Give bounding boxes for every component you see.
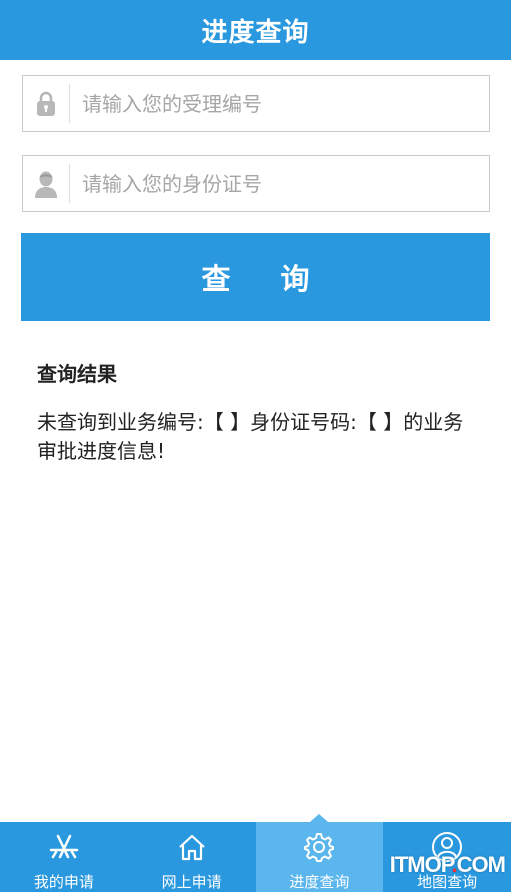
person-icon	[35, 171, 57, 198]
lock-icon	[37, 91, 55, 116]
person-icon-box	[23, 164, 70, 203]
query-button[interactable]: 查 询	[21, 233, 490, 321]
gear-icon	[303, 831, 335, 863]
id-card-input[interactable]	[80, 157, 489, 210]
app-store-icon	[48, 831, 80, 863]
lock-icon-box	[23, 84, 70, 123]
tab-label: 我的申请	[33, 873, 94, 891]
tab-my-applications[interactable]: 我的申请	[0, 822, 128, 892]
home-icon	[176, 831, 208, 863]
watermark-logo: ITMOP.COM	[389, 852, 506, 877]
acceptance-number-field[interactable]	[22, 75, 490, 132]
tab-label: 网上申请	[161, 873, 222, 891]
id-card-field[interactable]	[22, 155, 490, 212]
tab-label: 进度查询	[289, 873, 350, 891]
tab-online-application[interactable]: 网上申请	[128, 822, 256, 892]
result-message: 未查询到业务编号:【 】身份证号码:【 】的业务审批进度信息!	[37, 410, 464, 463]
acceptance-number-input[interactable]	[80, 77, 489, 130]
result-title: 查询结果	[37, 362, 117, 386]
tab-progress-query[interactable]: 进度查询	[255, 814, 384, 892]
header-bar: 进度查询	[0, 0, 511, 60]
page-title: 进度查询	[201, 17, 310, 48]
